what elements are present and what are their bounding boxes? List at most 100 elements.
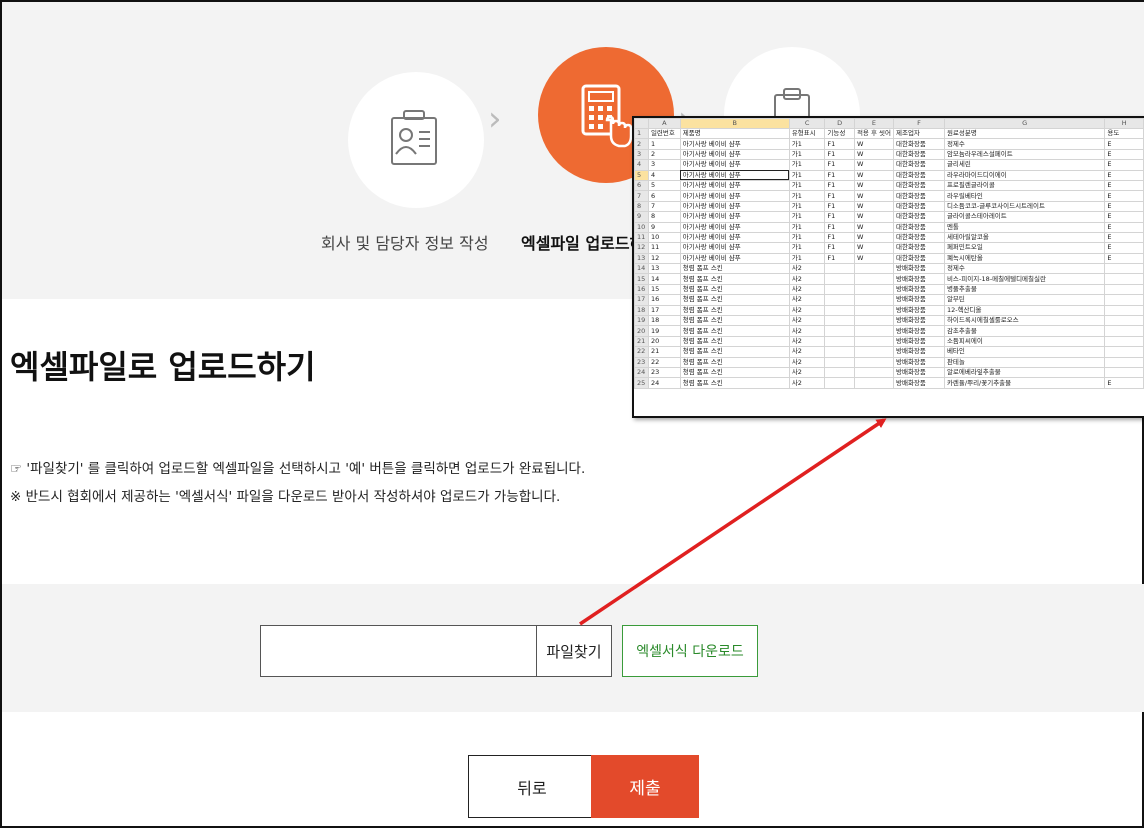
cell: E: [1104, 200, 1144, 213]
cell: [824, 294, 855, 306]
cell: [1104, 263, 1144, 275]
cell: F1: [824, 242, 855, 254]
table-row: 12 11 아기사랑 베이비 샴푸 가1 F1 W 대한화장품 페퍼민트오일 E: [634, 242, 1144, 254]
cell: 페퍼민트오일: [943, 242, 1106, 254]
cell: E: [1104, 242, 1144, 254]
cell: 대한화장품: [892, 159, 945, 171]
cell: W: [853, 138, 894, 150]
cell: [853, 366, 894, 379]
cell: 아기사랑 베이비 샴푸: [679, 179, 790, 192]
cell: F1: [824, 159, 855, 171]
table-row: 23 22 청렴 폼프 스킨 사2 방배화장품 판테놀: [634, 356, 1144, 369]
cell: 아기사랑 베이비 샴푸: [679, 190, 790, 202]
cell: 18: [647, 315, 681, 327]
cell: [853, 325, 894, 337]
cell: 방배화장품: [892, 273, 945, 285]
cell: [1104, 315, 1144, 327]
cell: 사2: [788, 356, 826, 369]
template-download-button[interactable]: 엑셀서식 다운로드: [622, 625, 758, 677]
cell: [853, 273, 894, 285]
cell: 청렴 폼프 스킨: [679, 294, 790, 306]
cell: [1104, 304, 1144, 317]
cell: 16: [647, 294, 681, 306]
cell: [853, 377, 894, 389]
cell: [853, 346, 894, 358]
cell: 정제수: [943, 263, 1106, 275]
file-path-input[interactable]: [260, 625, 536, 677]
cell: 프로필렌글라이콜: [943, 179, 1106, 192]
cell: 아기사랑 베이비 샴푸: [679, 231, 790, 244]
cell: 아기사랑 베이비 샴푸: [679, 148, 790, 161]
cell: 5: [647, 179, 681, 192]
cell: E: [1104, 148, 1144, 161]
cell: W: [853, 252, 894, 265]
column-letter: G: [943, 118, 1106, 129]
cell: 멘톨: [943, 221, 1106, 233]
cell: 청렴 폼프 스킨: [679, 356, 790, 369]
cell: 12: [647, 252, 681, 265]
find-file-button[interactable]: 파일찾기: [536, 625, 612, 677]
cell: 19: [647, 325, 681, 337]
row-number: 21: [634, 335, 649, 348]
cell: 23: [647, 366, 681, 379]
cell: 사2: [788, 263, 826, 275]
cell: 대한화장품: [892, 231, 945, 244]
cell: 7: [647, 200, 681, 213]
cell: [853, 294, 894, 306]
table-row: 13 12 아기사랑 베이비 샴푸 가1 F1 W 대한화장품 폐녹시에탄올 E: [634, 252, 1144, 265]
column-letter: A: [647, 118, 681, 129]
cell: [853, 315, 894, 327]
cell: 청렴 폼프 스킨: [679, 263, 790, 275]
cell: [824, 304, 855, 317]
back-button[interactable]: 뒤로: [468, 755, 596, 818]
cell: 10: [647, 231, 681, 244]
header-cell: 적용 후 씻어: [853, 127, 894, 140]
cell: 알부틴: [943, 294, 1106, 306]
cell: 가1: [788, 179, 826, 192]
cell: 사2: [788, 366, 826, 379]
header-cell: 제조업자: [892, 127, 945, 140]
submit-button[interactable]: 제출: [591, 755, 699, 818]
instruction-note-1: ☞ '파일찾기' 를 클릭하여 업로드할 엑셀파일을 선택하시고 '예' 버튼을…: [10, 461, 586, 477]
cell: W: [853, 211, 894, 223]
row-number: 6: [634, 179, 649, 192]
cell: 대한화장품: [892, 211, 945, 223]
cell: 24: [647, 377, 681, 389]
cell: [853, 356, 894, 369]
cell: 3: [647, 159, 681, 171]
table-row: 3 2 아기사랑 베이비 샴푸 가1 F1 W 대한화장품 암모늄라우레스설페이트 E: [634, 148, 1144, 161]
corner-cell: [634, 118, 649, 129]
instruction-note-2: ※ 반드시 협회에서 제공하는 '엑셀서식' 파일을 다운로드 받아서 작성하셔…: [10, 489, 561, 505]
cell: F1: [824, 169, 855, 181]
table-row: 16 15 청렴 폼프 스킨 사2 방배화장품 병풀추출물: [634, 283, 1144, 296]
cell: 20: [647, 335, 681, 348]
cell: 가1: [788, 159, 826, 171]
cell: F1: [824, 252, 855, 265]
cell: 14: [647, 273, 681, 285]
row-number: 18: [634, 304, 649, 317]
cell: [853, 283, 894, 296]
chevron-right-icon: ›: [488, 99, 502, 139]
cell: F1: [824, 211, 855, 223]
cell: 청렴 폼프 스킨: [679, 377, 790, 389]
cell: 소듐피씨에이: [943, 335, 1106, 348]
cell: 대한화장품: [892, 221, 945, 233]
cell: 청렴 폼프 스킨: [679, 304, 790, 317]
cell: 알로에베라잎추출물: [943, 366, 1106, 379]
cell: 4: [647, 169, 681, 181]
cell: F1: [824, 200, 855, 213]
column-letter: C: [788, 118, 826, 129]
column-letter: D: [824, 118, 855, 129]
table-row: 22 21 청렴 폼프 스킨 사2 방배화장품 베타인: [634, 346, 1144, 358]
cell: 방배화장품: [892, 366, 945, 379]
header-cell: 원료성분명: [943, 127, 1106, 140]
cell: 방배화장품: [892, 325, 945, 337]
cell: [1104, 283, 1144, 296]
row-number: 23: [634, 356, 649, 369]
cell: E: [1104, 138, 1144, 150]
table-row: 7 6 아기사랑 베이비 샴푸 가1 F1 W 대한화장품 라우릴베타인 E: [634, 190, 1144, 202]
row-number: 4: [634, 159, 649, 171]
row-number: 5: [634, 169, 649, 181]
cell: 가1: [788, 169, 826, 181]
table-row: 8 7 아기사랑 베이비 샴푸 가1 F1 W 대한화장품 디소듐코코-글루코사이드시트레이트…: [634, 200, 1144, 213]
